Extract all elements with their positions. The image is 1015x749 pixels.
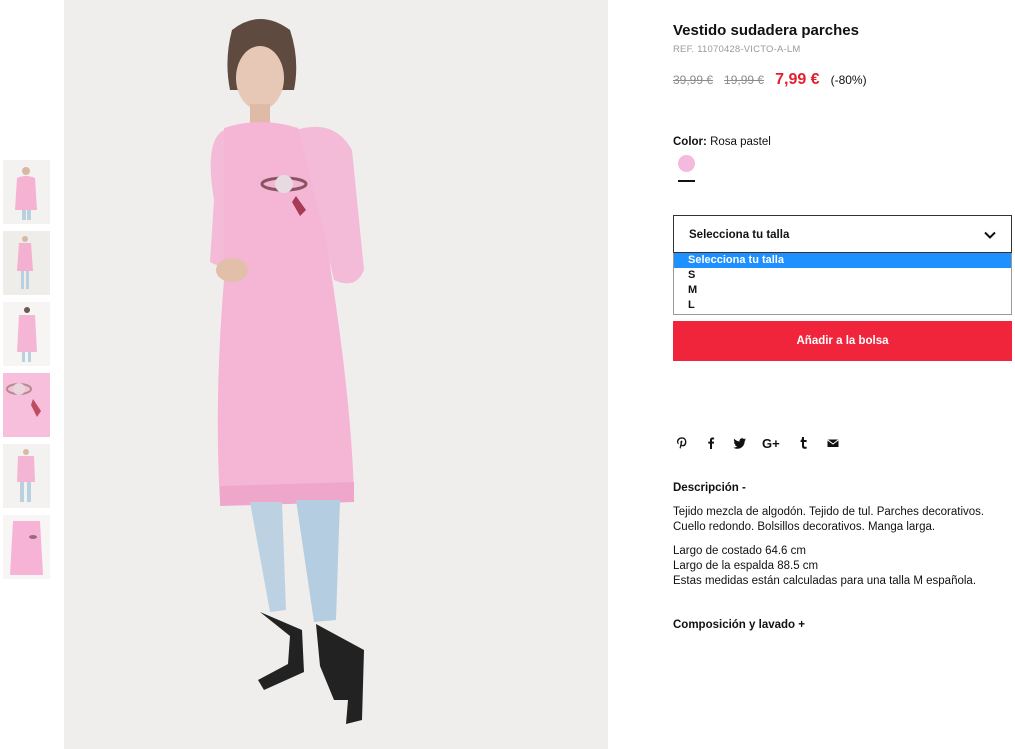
description-toggle[interactable]: Descripción - [673, 482, 746, 494]
original-price: 39,99 € [673, 73, 714, 87]
main-product-image[interactable] [64, 0, 608, 749]
tumblr-icon[interactable] [797, 436, 811, 450]
thumbnail-image [3, 515, 50, 579]
thumbnail-1[interactable] [3, 160, 50, 224]
measurement-back-length: Largo de la espalda 88.5 cm [673, 560, 819, 572]
description-paragraph: Tejido mezcla de algodón. Tejido de tul.… [673, 506, 985, 533]
google-plus-icon[interactable]: G+ [762, 436, 782, 450]
price-row: 39,99 € 19,99 € 7,99 € (-80%) [673, 71, 867, 89]
color-swatch-rosa-pastel[interactable] [678, 155, 695, 172]
product-title: Vestido sudadera parches [673, 22, 859, 39]
thumbnail-image [3, 444, 50, 508]
thumbnail-3[interactable] [3, 302, 50, 366]
facebook-icon[interactable] [704, 436, 718, 450]
email-icon[interactable] [826, 436, 840, 450]
size-option-m[interactable]: M [674, 283, 1011, 298]
share-icons: G+ [675, 436, 855, 450]
thumbnail-gallery [3, 160, 51, 586]
color-label-key: Color: [673, 136, 707, 148]
previous-price: 19,99 € [724, 73, 765, 87]
measurement-side-length: Largo de costado 64.6 cm [673, 545, 806, 557]
add-to-bag-button[interactable]: Añadir a la bolsa [673, 321, 1012, 361]
selected-swatch-indicator [678, 180, 695, 182]
size-option-l[interactable]: L [674, 298, 1011, 313]
sale-price: 7,99 € [775, 71, 820, 88]
thumbnail-6[interactable] [3, 515, 50, 579]
thumbnail-2[interactable] [3, 231, 50, 295]
product-reference: REF. 11070428-VICTO-A-LM [673, 44, 801, 55]
discount-percentage: (-80%) [830, 73, 867, 87]
svg-text:G+: G+ [762, 436, 780, 450]
measurement-note: Estas medidas están calculadas para una … [673, 575, 977, 587]
thumbnail-image [3, 160, 50, 224]
thumbnail-image [3, 373, 50, 437]
model-photo [64, 0, 608, 749]
size-select-value: Selecciona tu talla [689, 229, 790, 241]
size-option-placeholder[interactable]: Selecciona tu talla [674, 253, 1011, 268]
size-options-list: Selecciona tu talla S M L [673, 253, 1012, 315]
twitter-icon[interactable] [733, 436, 747, 450]
thumbnail-image [3, 302, 50, 366]
thumbnail-image [3, 231, 50, 295]
composition-toggle[interactable]: Composición y lavado + [673, 619, 805, 631]
description-body: Tejido mezcla de algodón. Tejido de tul.… [673, 505, 1013, 589]
color-label-value: Rosa pastel [710, 136, 771, 148]
color-label: Color: Rosa pastel [673, 136, 771, 148]
thumbnail-4[interactable] [3, 373, 50, 437]
pinterest-icon[interactable] [675, 436, 689, 450]
size-select[interactable]: Selecciona tu talla [673, 215, 1012, 253]
size-option-s[interactable]: S [674, 268, 1011, 283]
thumbnail-5[interactable] [3, 444, 50, 508]
chevron-down-icon [984, 231, 996, 239]
